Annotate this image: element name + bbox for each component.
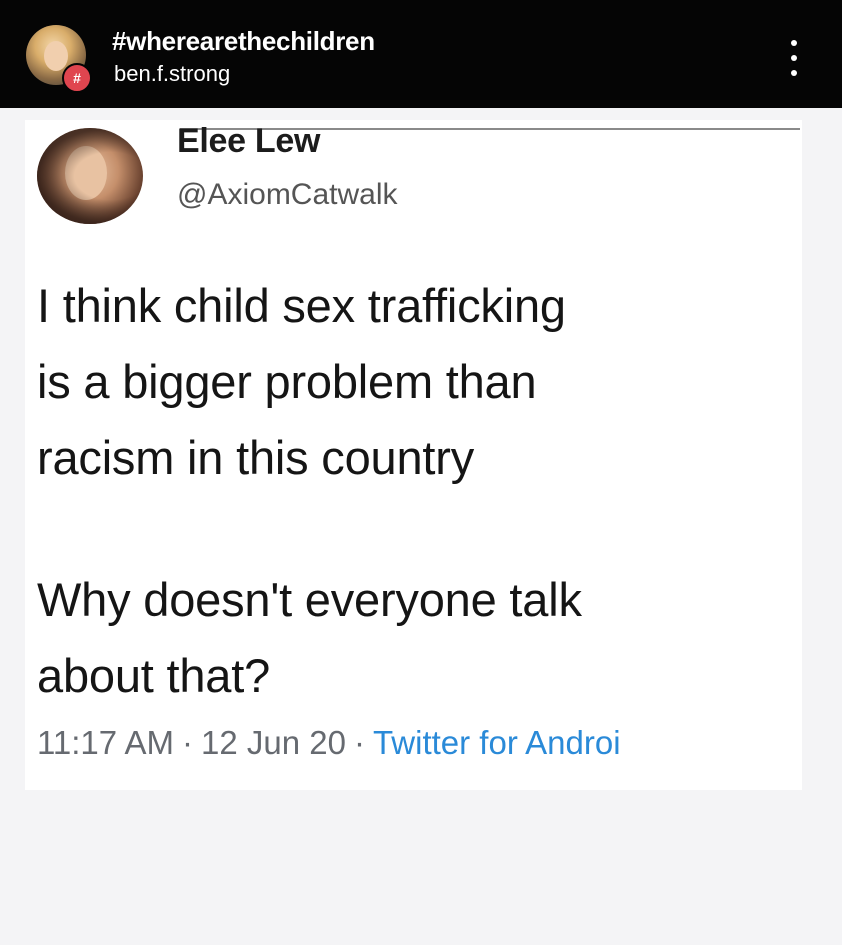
story-header: # #wherearethechildren ben.f.strong (0, 0, 842, 108)
tweet-handle: @AxiomCatwalk (177, 178, 398, 211)
tweet-source: Twitter for Androi (372, 724, 621, 761)
tweet-author-avatar (37, 128, 143, 224)
avatar-hair (37, 128, 143, 224)
meta-separator: · (353, 724, 365, 761)
tweet-display-name: Elee Lew (177, 122, 321, 160)
more-vertical-icon (791, 40, 797, 46)
more-vertical-icon (791, 55, 797, 61)
tweet-body-paragraph-2: Why doesn't everyone talk about that? (37, 573, 582, 702)
tweet-date: 12 Jun 20 (200, 724, 346, 761)
more-options-button[interactable] (782, 36, 806, 80)
more-vertical-icon (791, 70, 797, 76)
tweet-body-paragraph-1: I think child sex trafficking is a bigge… (37, 279, 566, 484)
tweet-time: 11:17 AM (37, 724, 174, 761)
tweet-screenshot: Elee Lew @AxiomCatwalk I think child sex… (25, 120, 802, 790)
meta-separator: · (181, 724, 193, 761)
hashtag-badge-icon: # (62, 63, 92, 93)
avatar-face (44, 41, 68, 71)
tweet-meta: 11:17 AM · 12 Jun 20 · Twitter for Androi (37, 724, 802, 762)
hashtag-title[interactable]: #wherearethechildren (112, 26, 375, 57)
story-username[interactable]: ben.f.strong (114, 61, 230, 87)
